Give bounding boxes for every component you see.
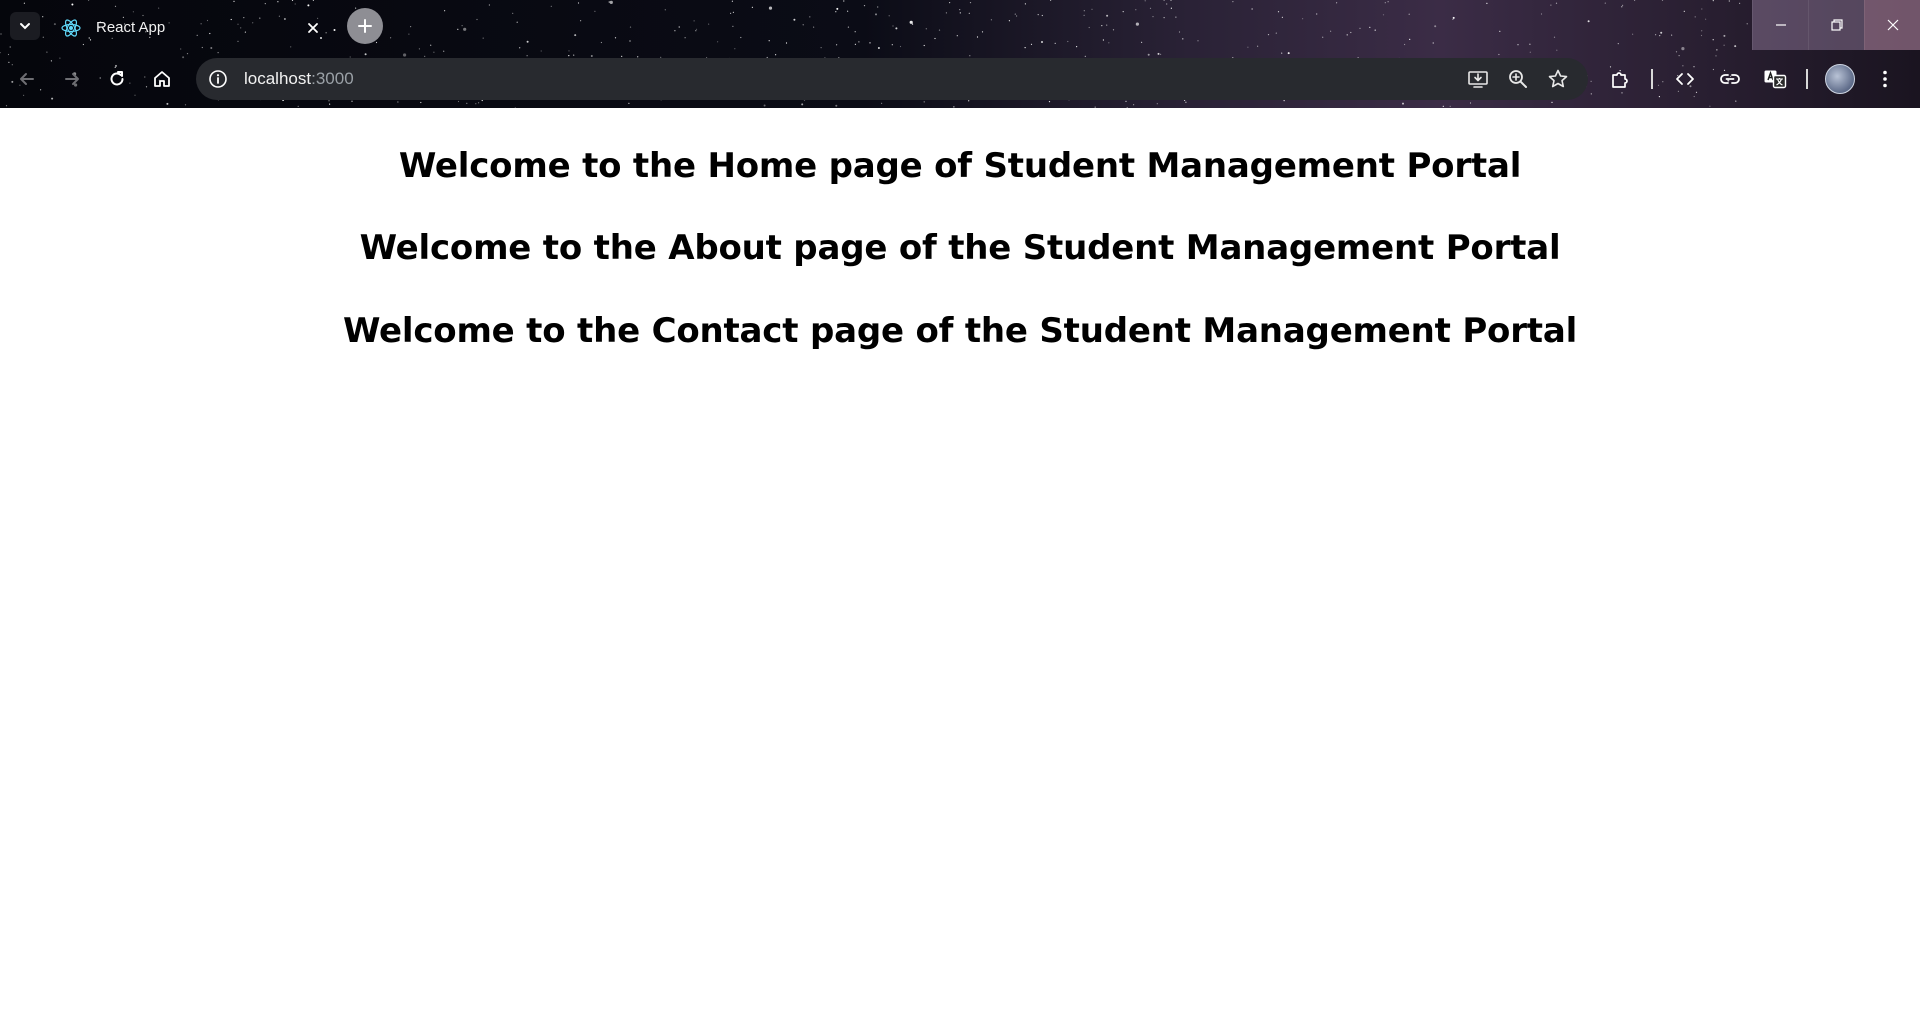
install-app-button[interactable] — [1460, 61, 1496, 97]
toolbar-separator — [1651, 69, 1653, 89]
translate-icon — [1764, 70, 1787, 89]
tab-react-app[interactable]: React App — [48, 5, 338, 50]
chevron-down-icon — [20, 23, 30, 30]
star — [1675, 51, 1678, 53]
reload-icon — [110, 71, 124, 86]
forward-button[interactable] — [54, 61, 90, 97]
site-info-button[interactable] — [204, 65, 232, 93]
tab-strip: React App — [0, 0, 1920, 50]
star — [1133, 104, 1135, 106]
toolbar-separator — [1806, 69, 1808, 89]
address-bar[interactable]: localhost:3000 — [196, 58, 1588, 100]
page-content: Welcome to the Home page of Student Mana… — [0, 108, 1920, 1020]
new-tab-button[interactable] — [347, 8, 383, 44]
reload-button[interactable] — [99, 61, 135, 97]
tab-title: React App — [96, 19, 166, 36]
back-button[interactable] — [9, 61, 45, 97]
omnibox-actions — [1456, 61, 1576, 97]
close-icon — [1887, 19, 1898, 31]
star — [443, 50, 445, 52]
url-host: localhost — [244, 69, 312, 88]
star — [46, 51, 48, 53]
plus-icon — [358, 19, 372, 33]
link-icon — [1720, 74, 1740, 84]
arrow-right-icon — [65, 73, 79, 85]
info-icon — [209, 70, 227, 88]
zoom-icon — [1509, 70, 1527, 88]
star — [433, 51, 435, 53]
star — [763, 104, 766, 107]
star — [568, 50, 570, 52]
minimize-icon — [1775, 24, 1786, 26]
about-heading: Welcome to the About page of the Student… — [359, 228, 1561, 268]
extensions-button[interactable] — [1600, 61, 1640, 97]
star — [1442, 105, 1444, 107]
zoom-button[interactable] — [1500, 61, 1536, 97]
code-icon — [1676, 73, 1694, 85]
menu-button[interactable] — [1865, 61, 1905, 97]
tab-close-button[interactable] — [302, 17, 324, 39]
home-button[interactable] — [144, 61, 180, 97]
star — [184, 104, 187, 106]
devtools-extension-button[interactable] — [1665, 61, 1705, 97]
puzzle-icon — [1612, 72, 1628, 88]
avatar — [1825, 64, 1855, 94]
star — [297, 105, 299, 107]
url-text[interactable]: localhost:3000 — [244, 69, 1456, 89]
bookmark-button[interactable] — [1540, 61, 1576, 97]
restore-button[interactable] — [1808, 0, 1864, 50]
home-icon — [154, 71, 170, 87]
tab-search-button[interactable] — [10, 12, 40, 40]
star — [835, 104, 838, 107]
install-app-icon — [1468, 71, 1488, 88]
browser-toolbar: localhost:3000 — [0, 54, 1920, 104]
window-controls — [1752, 0, 1920, 50]
extension-toolbar — [1600, 61, 1910, 97]
contact-heading: Welcome to the Contact page of the Stude… — [342, 311, 1578, 351]
star — [540, 50, 542, 52]
link-extension-button[interactable] — [1710, 61, 1750, 97]
restore-icon — [1830, 19, 1843, 31]
window-close-button[interactable] — [1864, 0, 1920, 50]
home-heading: Welcome to the Home page of Student Mana… — [398, 146, 1522, 186]
star — [1449, 105, 1451, 107]
arrow-left-icon — [20, 73, 34, 85]
react-logo-icon — [60, 17, 82, 39]
star — [1709, 105, 1711, 107]
close-icon — [308, 22, 318, 33]
profile-button[interactable] — [1820, 61, 1860, 97]
browser-chrome: React App localhost:3000 — [0, 0, 1920, 108]
url-port: :3000 — [311, 69, 354, 88]
minimize-button[interactable] — [1752, 0, 1808, 50]
star — [5, 105, 8, 107]
star — [1529, 51, 1531, 53]
kebab-menu-icon — [1883, 70, 1887, 88]
translate-extension-button[interactable] — [1755, 61, 1795, 97]
star-icon — [1548, 69, 1568, 88]
